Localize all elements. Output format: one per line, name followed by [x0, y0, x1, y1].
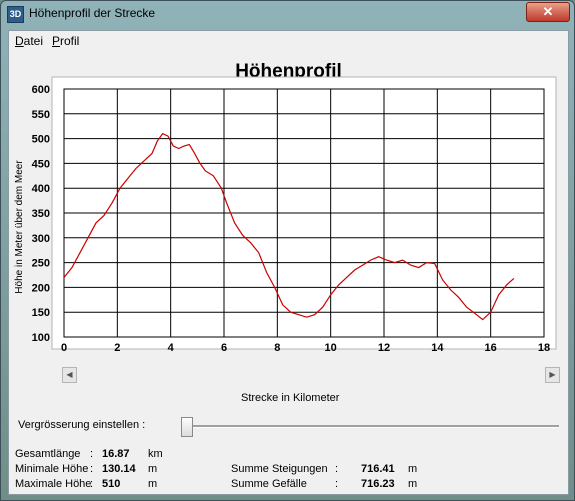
- stat-value: 16.87: [102, 448, 130, 460]
- stat-label: Minimale Höhe: [15, 463, 89, 475]
- stat-value: 510: [102, 478, 121, 490]
- x-tick-label: 10: [325, 342, 337, 354]
- x-tick-label: 6: [221, 342, 227, 354]
- x-tick-label: 14: [431, 342, 444, 354]
- y-tick-label: 100: [32, 332, 50, 344]
- y-tick-label: 550: [32, 109, 50, 121]
- y-tick-label: 150: [32, 307, 50, 319]
- y-tick-label: 300: [32, 233, 50, 245]
- main-window: 3D Höhenprofil der Strecke ✕ Datei Profi…: [0, 0, 575, 501]
- y-axis-label: Höhe in Meter über dem Meer: [14, 160, 25, 294]
- scroll-left-button[interactable]: ◀: [62, 367, 77, 383]
- y-tick-label: 450: [32, 158, 50, 170]
- stat-label: Summe Steigungen: [231, 463, 328, 475]
- app-3d-icon: 3D: [7, 6, 24, 23]
- stat-colon: :: [90, 478, 94, 490]
- stat-unit: m: [408, 478, 418, 490]
- x-tick-label: 12: [378, 342, 390, 354]
- x-tick-label: 0: [61, 342, 67, 354]
- title-bar[interactable]: 3D Höhenprofil der Strecke ✕: [1, 1, 574, 27]
- x-axis-label: Strecke in Kilometer: [241, 392, 340, 404]
- x-tick-label: 4: [168, 342, 175, 354]
- y-tick-label: 350: [32, 208, 50, 220]
- y-tick-label: 500: [32, 134, 50, 146]
- y-tick-label: 200: [32, 282, 50, 294]
- stat-unit: m: [148, 463, 158, 475]
- stat-value: 716.41: [361, 463, 395, 475]
- stat-label: Gesamtlänge: [15, 448, 81, 460]
- x-tick-label: 8: [274, 342, 280, 354]
- stat-colon: :: [90, 448, 94, 460]
- stat-unit: m: [408, 463, 418, 475]
- x-tick-label: 2: [114, 342, 120, 354]
- window-title: Höhenprofil der Strecke: [29, 6, 156, 20]
- zoom-slider-thumb[interactable]: [181, 417, 193, 437]
- zoom-slider-track[interactable]: [188, 425, 559, 428]
- stat-unit: m: [148, 478, 158, 490]
- stat-colon: :: [335, 463, 339, 475]
- close-button[interactable]: ✕: [526, 2, 570, 22]
- stat-unit: km: [148, 448, 163, 460]
- y-tick-label: 250: [32, 258, 50, 270]
- stat-label: Summe Gefälle: [231, 478, 307, 490]
- y-tick-label: 600: [32, 84, 50, 96]
- x-tick-label: 16: [485, 342, 497, 354]
- stat-colon: :: [90, 463, 94, 475]
- client-area: Datei Profil Höhenprofil 0 2 4 6 8 10 12 14 16 18…: [8, 30, 569, 495]
- slider-label: Vergrösserung einstellen :: [18, 419, 146, 431]
- stat-value: 130.14: [102, 463, 136, 475]
- x-tick-label: 18: [538, 342, 550, 354]
- y-tick-label: 400: [32, 183, 50, 195]
- stat-label: Maximale Höhe: [15, 478, 92, 490]
- stat-value: 716.23: [361, 478, 395, 490]
- stat-colon: :: [335, 478, 339, 490]
- scroll-right-button[interactable]: ▶: [545, 367, 560, 383]
